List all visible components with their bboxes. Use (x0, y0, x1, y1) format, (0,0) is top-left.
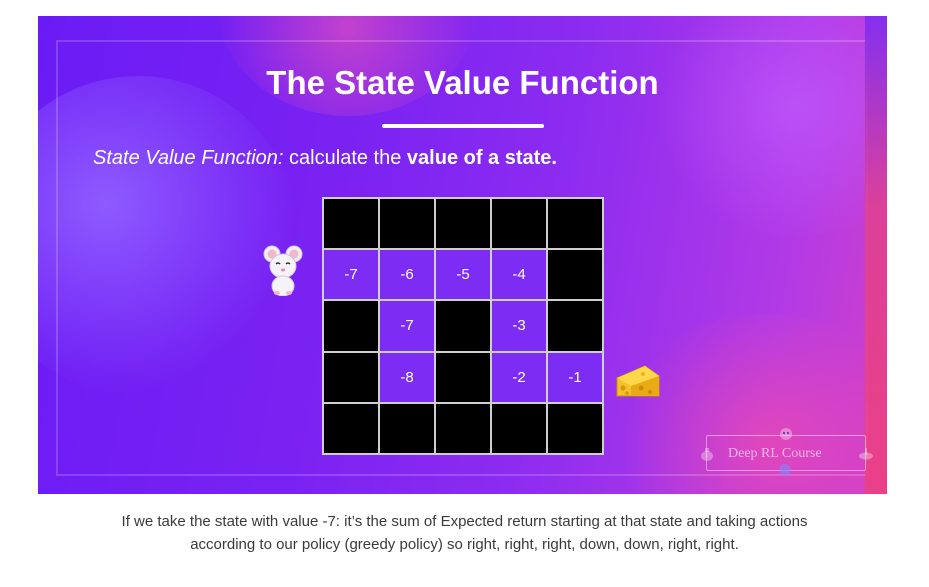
subtitle-text: calculate the (283, 147, 407, 169)
state-cell: -1 (548, 352, 602, 402)
caption-line: If we take the state with value -7: it’s… (121, 513, 808, 530)
subtitle-term: State Value Function: (93, 147, 284, 169)
title-underline (382, 124, 544, 128)
state-cell: -7 (324, 250, 378, 300)
critter-icon (780, 428, 792, 440)
wall-cell (324, 199, 378, 249)
slide-subtitle: State Value Function: calculate the valu… (93, 147, 557, 170)
wall-cell (492, 403, 546, 453)
subtitle-emphasis: value of a state. (406, 147, 557, 169)
wall-cell (324, 352, 378, 402)
slide-title: The State Value Function (266, 64, 659, 101)
wall-cell (548, 250, 602, 300)
wall-cell (492, 199, 546, 249)
wall-cell (324, 301, 378, 351)
state-cell: -4 (492, 250, 546, 300)
state-cell: -5 (436, 250, 490, 300)
state-cell: -7 (380, 301, 434, 351)
state-cell: -2 (492, 352, 546, 402)
caption-line: according to our policy (greedy policy) … (190, 536, 739, 553)
wall-cell (436, 352, 490, 402)
wall-cell (380, 403, 434, 453)
course-logo-text: Deep RL Course (728, 446, 822, 461)
figure-caption: If we take the state with value -7: it’s… (0, 510, 929, 556)
bag-icon (701, 448, 713, 461)
planet-icon (779, 464, 791, 476)
wall-cell (548, 403, 602, 453)
state-cell: -6 (380, 250, 434, 300)
wall-cell (436, 199, 490, 249)
wall-cell (380, 199, 434, 249)
wall-cell (324, 403, 378, 453)
state-cell: -3 (492, 301, 546, 351)
wall-cell (436, 403, 490, 453)
gridworld-maze: -7 -6 -5 -4 -7 -3 -8 -2 -1 (322, 197, 604, 455)
wall-cell (436, 301, 490, 351)
state-cell: -8 (380, 352, 434, 402)
joystick-icon (859, 448, 873, 460)
slide-image: The State Value Function State Value Fun… (38, 16, 887, 494)
mouse-icon (263, 245, 303, 296)
cheese-icon (616, 365, 660, 397)
wall-cell (548, 199, 602, 249)
wall-cell (548, 301, 602, 351)
